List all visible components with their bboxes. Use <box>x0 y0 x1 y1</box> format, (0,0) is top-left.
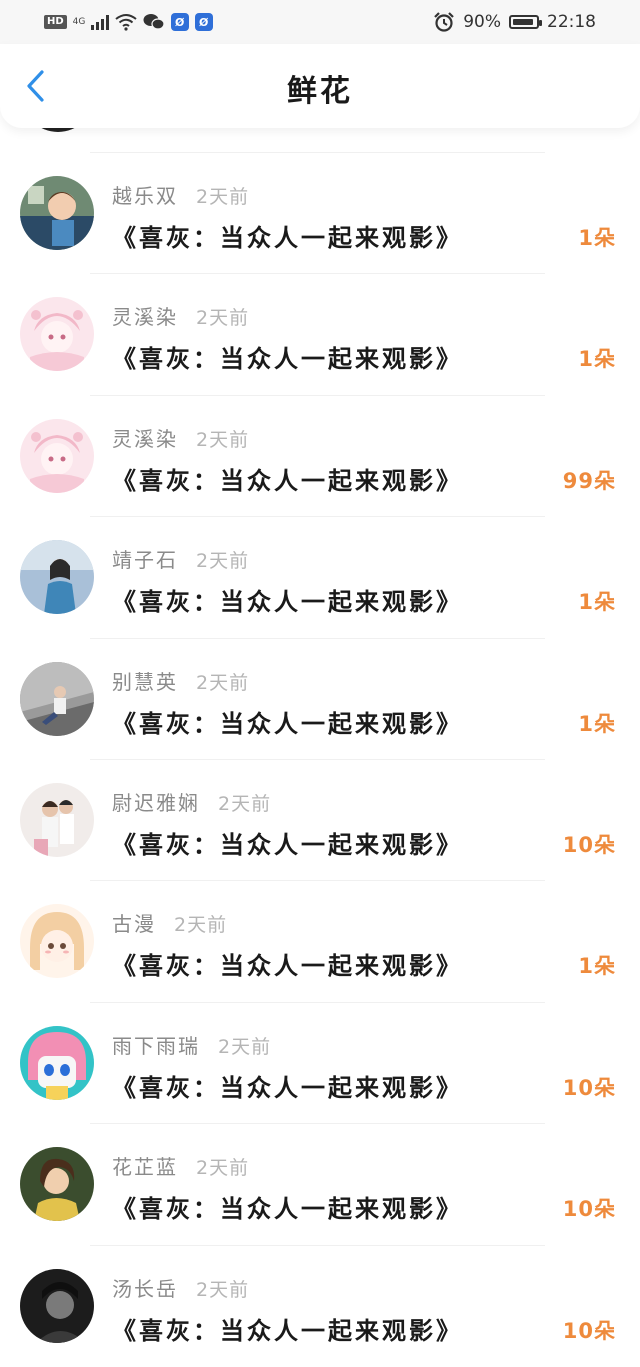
movie-title[interactable]: 《喜灰：当众人一起来观影》 <box>112 1189 463 1224</box>
time-ago: 2天前 <box>218 793 272 815</box>
list-item[interactable]: 灵溪染 2天前《喜灰：当众人一起来观影》 99朵 <box>0 371 640 495</box>
time-ago: 2天前 <box>218 1035 272 1058</box>
row-divider <box>90 1001 545 1003</box>
signal-icon <box>90 14 109 30</box>
user-name[interactable]: 靖子石 <box>112 544 178 573</box>
item-meta: 雨下雨瑞 2天前 <box>112 1030 271 1059</box>
wifi-icon <box>115 14 137 31</box>
list-item[interactable]: 雨下雨瑞 2天前《喜灰：当众人一起来观影》 10朵 <box>0 978 640 1102</box>
alarm-icon <box>434 12 454 32</box>
movie-title[interactable]: 《喜灰：当众人一起来观影》 <box>112 946 463 981</box>
time-ago: 2天前 <box>196 550 250 573</box>
battery-icon <box>509 15 542 29</box>
avatar[interactable] <box>20 176 94 250</box>
row-divider <box>90 637 545 639</box>
row-divider <box>90 1244 545 1246</box>
flower-count: 1朵 <box>578 954 616 979</box>
avatar[interactable] <box>20 297 94 372</box>
movie-title[interactable]: 《喜灰：当众人一起来观影》 <box>112 582 463 617</box>
avatar[interactable] <box>20 904 94 979</box>
movie-title[interactable]: 《喜灰：当众人一起来观影》 <box>112 1068 463 1103</box>
flower-count: 10朵 <box>562 1197 616 1222</box>
avatar[interactable] <box>20 540 94 615</box>
item-meta: 靖子石 2天前 <box>112 544 249 573</box>
avatar[interactable] <box>20 1025 94 1100</box>
list-item[interactable]: 灵溪染 2天前《喜灰：当众人一起来观影》 1朵 <box>0 249 640 373</box>
hd-indicator: HD <box>44 15 67 29</box>
list-item[interactable]: 汤长岳 2天前《喜灰：当众人一起来观影》 10朵 <box>0 1221 640 1345</box>
list-item[interactable]: 尉迟雅娴 2天前《喜灰：当众人一起来观影》 10朵 <box>0 735 640 859</box>
flower-count: 10朵 <box>562 833 616 857</box>
item-meta: 汤长岳 2天前 <box>112 1273 249 1302</box>
user-name[interactable]: 灵溪染 <box>112 301 178 330</box>
network-type: 4G <box>72 16 86 27</box>
avatar[interactable] <box>20 418 94 493</box>
time-ago: 2天前 <box>196 428 250 451</box>
list-item[interactable]: 古漫 2天前《喜灰：当众人一起来观影》 1朵 <box>0 856 640 980</box>
user-name[interactable]: 别慧英 <box>112 666 178 695</box>
status-bar: HD 4G Ø Ø 90% 22:18 <box>0 0 640 44</box>
user-name[interactable]: 灵溪染 <box>112 423 178 452</box>
flower-count: 10朵 <box>562 1318 616 1343</box>
list-item[interactable]: 靖子石 2天前《喜灰：当众人一起来观影》 1朵 <box>0 492 640 616</box>
row-divider <box>90 394 545 396</box>
row-divider <box>90 273 545 275</box>
app-notification-icon: Ø <box>170 13 189 31</box>
flower-count: 10朵 <box>562 1075 616 1100</box>
user-name[interactable]: 古漫 <box>112 908 156 937</box>
avatar[interactable] <box>20 1268 94 1343</box>
movie-title[interactable]: 《喜灰：当众人一起来观影》 <box>112 339 463 374</box>
item-meta: 别慧英 2天前 <box>112 666 249 695</box>
item-meta: 尉迟雅娴 2天前 <box>112 787 271 816</box>
item-meta: 古漫 2天前 <box>112 908 227 937</box>
flower-count: 1朵 <box>578 711 616 736</box>
list-item[interactable]: 越乐双 2天前《喜灰：当众人一起来观影》 1朵 <box>0 128 640 252</box>
item-meta: 花芷蓝 2天前 <box>112 1151 249 1180</box>
page-title: 鲜花 <box>287 74 353 109</box>
status-left: HD 4G Ø Ø <box>44 10 213 34</box>
battery-percent: 90% <box>463 12 501 32</box>
row-divider <box>90 880 545 882</box>
row-divider <box>90 516 545 518</box>
user-name[interactable]: 尉迟雅娴 <box>112 787 200 816</box>
item-meta: 越乐双 2天前 <box>112 180 249 209</box>
user-name[interactable]: 花芷蓝 <box>112 1151 178 1180</box>
status-right: 90% 22:18 <box>433 10 596 34</box>
nav-header: 鲜花 <box>0 44 640 128</box>
movie-title[interactable]: 《喜灰：当众人一起来观影》 <box>112 704 463 739</box>
user-name[interactable]: 汤长岳 <box>112 1273 178 1302</box>
row-divider <box>90 759 545 760</box>
wechat-icon <box>143 14 165 30</box>
time-ago: 2天前 <box>174 914 228 937</box>
item-meta: 灵溪染 2天前 <box>112 423 249 452</box>
avatar[interactable] <box>20 661 94 736</box>
row-divider <box>90 1123 545 1125</box>
app-notification-icon-2: Ø <box>194 13 213 31</box>
user-name[interactable]: 雨下雨瑞 <box>112 1030 200 1059</box>
time-ago: 2天前 <box>196 1157 250 1180</box>
flower-count: 1朵 <box>578 347 616 372</box>
row-divider <box>90 152 545 153</box>
time-ago: 2天前 <box>196 186 250 208</box>
list-item[interactable]: 别慧英 2天前《喜灰：当众人一起来观影》 1朵 <box>0 614 640 738</box>
flower-count: 1朵 <box>578 590 616 615</box>
flower-count: 99朵 <box>562 468 616 493</box>
clock: 22:18 <box>547 12 596 32</box>
item-meta: 灵溪染 2天前 <box>112 301 249 330</box>
time-ago: 2天前 <box>196 307 250 330</box>
avatar[interactable] <box>20 783 94 857</box>
flower-count: 1朵 <box>578 226 616 250</box>
list-item[interactable]: 花芷蓝 2天前《喜灰：当众人一起来观影》 10朵 <box>0 1099 640 1223</box>
user-name[interactable]: 越乐双 <box>112 180 178 209</box>
avatar[interactable] <box>20 1147 94 1222</box>
time-ago: 2天前 <box>196 671 250 694</box>
movie-title[interactable]: 《喜灰：当众人一起来观影》 <box>112 1311 463 1346</box>
movie-title[interactable]: 《喜灰：当众人一起来观影》 <box>112 218 463 253</box>
time-ago: 2天前 <box>196 1278 250 1301</box>
movie-title[interactable]: 《喜灰：当众人一起来观影》 <box>112 825 463 860</box>
movie-title[interactable]: 《喜灰：当众人一起来观影》 <box>112 461 463 496</box>
